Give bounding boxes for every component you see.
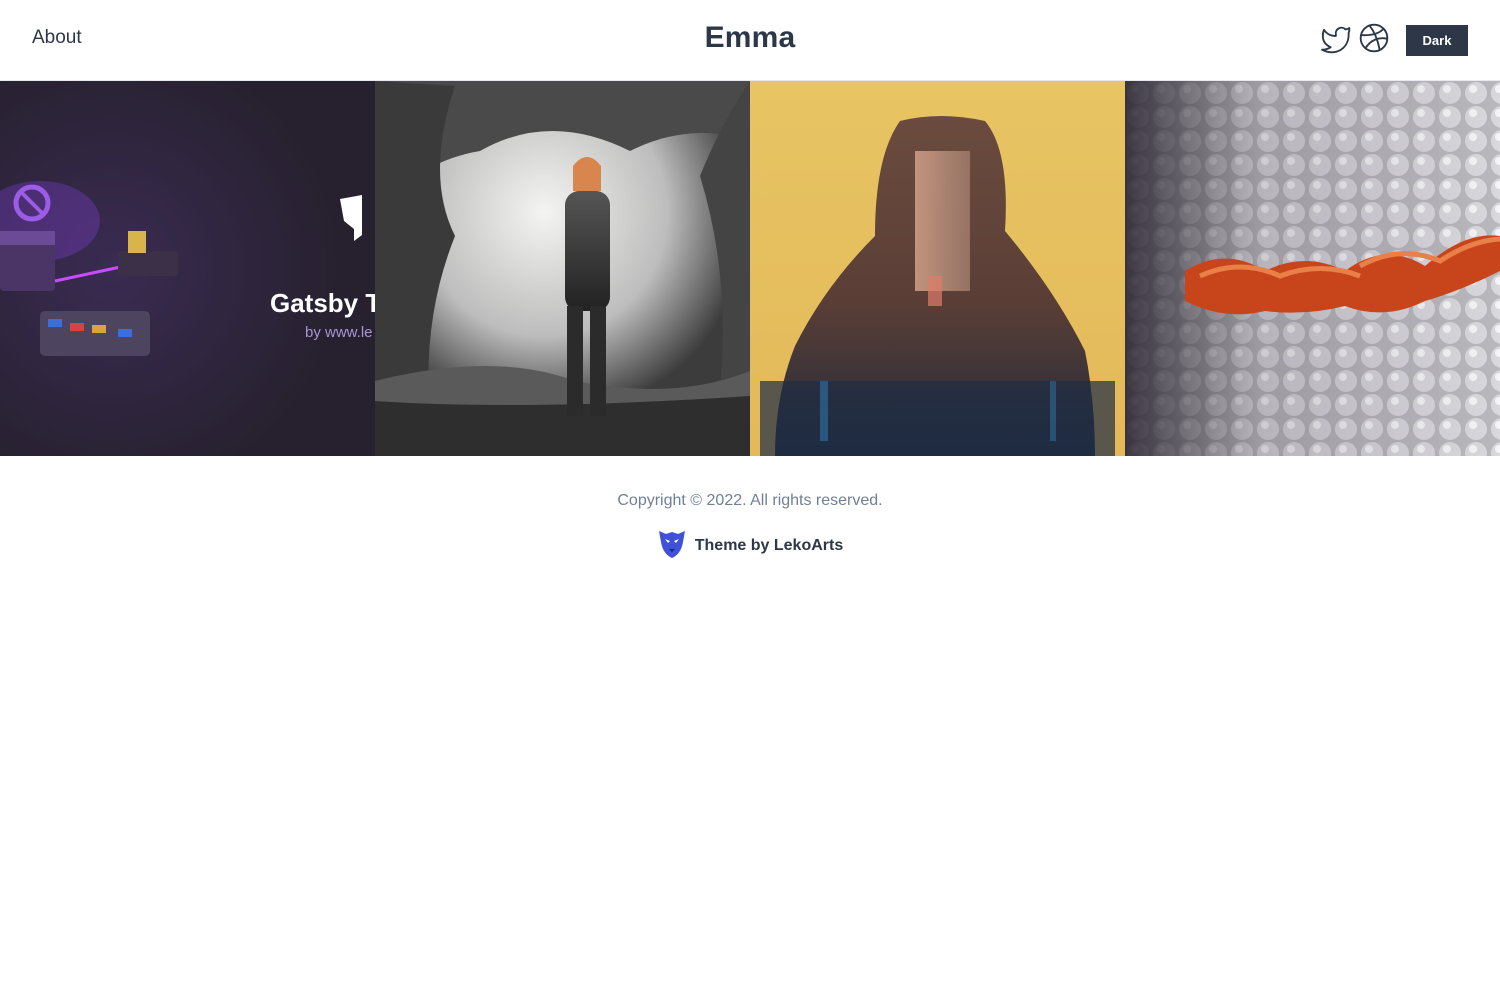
dribbble-link[interactable] bbox=[1358, 22, 1390, 59]
theme-credit-text: Theme by LekoArts bbox=[694, 537, 844, 554]
site-title[interactable]: Emma bbox=[0, 21, 1500, 55]
copyright-text: Copyright © 2022. All rights reserved. bbox=[617, 492, 883, 509]
theme-credit-link[interactable]: Theme by LekoArts bbox=[657, 528, 843, 564]
project-card-2[interactable] bbox=[375, 81, 750, 456]
project-subtitle-fragment: by www.le bbox=[305, 324, 373, 341]
project-image-1 bbox=[0, 81, 375, 456]
site-footer: Copyright © 2022. All rights reserved. T… bbox=[0, 456, 1500, 564]
project-image-4 bbox=[1125, 81, 1500, 456]
project-image-3 bbox=[750, 81, 1125, 456]
twitter-link[interactable] bbox=[1320, 24, 1352, 56]
dribbble-icon bbox=[1358, 22, 1390, 59]
project-title-fragment: Gatsby T bbox=[270, 288, 375, 318]
site-header: About Emma Dark bbox=[0, 0, 1500, 81]
lekoarts-logo-icon bbox=[657, 528, 695, 564]
project-card-3[interactable] bbox=[750, 81, 1125, 456]
color-mode-toggle-button[interactable]: Dark bbox=[1406, 24, 1468, 56]
project-card-1[interactable]: Gatsby T by www.le bbox=[0, 81, 375, 456]
twitter-icon bbox=[1320, 22, 1352, 59]
project-grid: Gatsby T by www.le bbox=[0, 81, 1500, 456]
project-card-4[interactable] bbox=[1125, 81, 1500, 456]
header-actions: Dark bbox=[1320, 22, 1468, 59]
project-image-2 bbox=[375, 81, 750, 456]
